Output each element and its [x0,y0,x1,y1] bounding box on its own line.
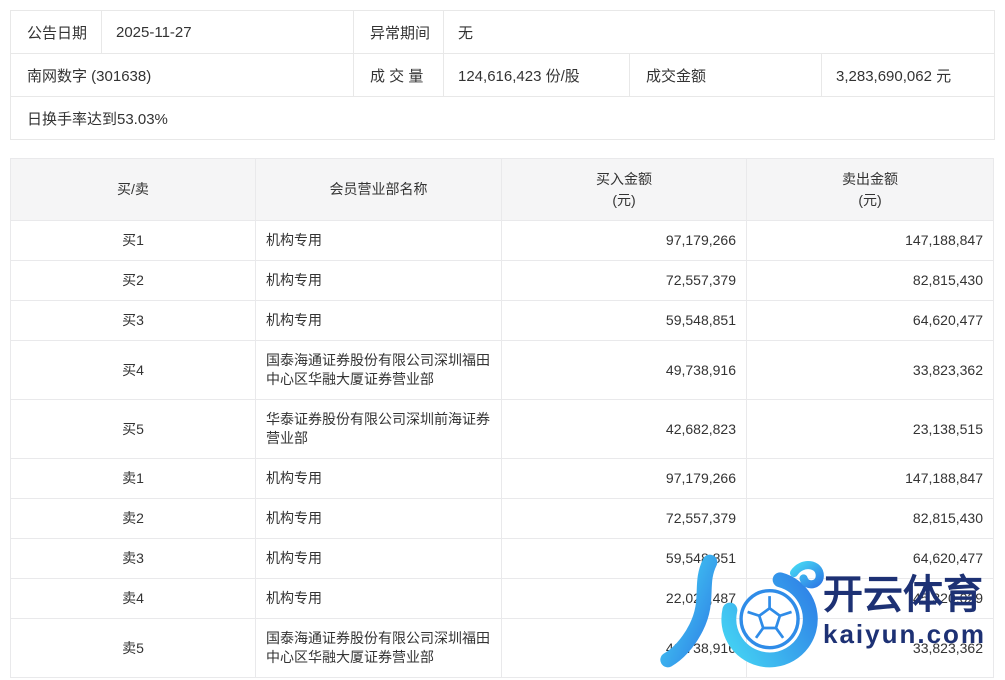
row-buy-amount: 97,179,266 [502,221,747,261]
row-branch-name: 国泰海通证券股份有限公司深圳福田中心区华融大厦证券营业部 [256,619,502,678]
row-branch-name: 机构专用 [256,221,502,261]
table-row: 买3 机构专用 59,548,851 64,620,477 [11,301,994,341]
summary-panel: 公告日期 2025-11-27 异常期间 无 南网数字 (301638) 成 交… [10,10,995,140]
row-sell-amount: 147,188,847 [747,221,994,261]
row-branch-name: 国泰海通证券股份有限公司深圳福田中心区华融大厦证券营业部 [256,341,502,400]
summary-row-note: 日换手率达到53.03% [11,96,994,139]
row-buy-amount: 59,548,851 [502,301,747,341]
header-sell-amount-line2: (元) [748,190,992,211]
table-row: 买4 国泰海通证券股份有限公司深圳福田中心区华融大厦证券营业部 49,738,9… [11,341,994,400]
row-buy-sell-rank: 卖1 [11,459,256,499]
abnormal-period-value: 无 [443,11,994,53]
table-row: 卖5 国泰海通证券股份有限公司深圳福田中心区华融大厦证券营业部 49,738,9… [11,619,994,678]
row-buy-amount: 72,557,379 [502,261,747,301]
table-row: 卖2 机构专用 72,557,379 82,815,430 [11,499,994,539]
row-buy-sell-rank: 买2 [11,261,256,301]
table-row: 卖3 机构专用 59,548,851 64,620,477 [11,539,994,579]
table-header-row: 买/卖 会员营业部名称 买入金额 (元) 卖出金额 (元) [11,159,994,221]
row-branch-name: 机构专用 [256,459,502,499]
header-sell-amount-line1: 卖出金额 [748,169,992,190]
row-buy-amount: 72,557,379 [502,499,747,539]
turnover-label: 成交金额 [629,54,821,96]
volume-value: 124,616,423 份/股 [443,54,629,96]
row-buy-sell-rank: 买1 [11,221,256,261]
row-sell-amount: 64,620,477 [747,539,994,579]
row-sell-amount: 33,823,362 [747,341,994,400]
header-sell-amount: 卖出金额 (元) [747,159,994,221]
row-branch-name: 华泰证券股份有限公司深圳前海证券营业部 [256,400,502,459]
broker-seats-table: 买/卖 会员营业部名称 买入金额 (元) 卖出金额 (元) 买1 机构专用 97… [10,158,994,678]
volume-label: 成 交 量 [353,54,443,96]
row-buy-sell-rank: 卖2 [11,499,256,539]
row-buy-amount: 22,024,487 [502,579,747,619]
row-buy-amount: 49,738,916 [502,619,747,678]
row-buy-sell-rank: 买4 [11,341,256,400]
row-buy-sell-rank: 买5 [11,400,256,459]
announce-date-label: 公告日期 [11,11,101,53]
summary-row-stock: 南网数字 (301638) 成 交 量 124,616,423 份/股 成交金额… [11,53,994,96]
header-branch-name: 会员营业部名称 [256,159,502,221]
row-branch-name: 机构专用 [256,301,502,341]
table-header: 买/卖 会员营业部名称 买入金额 (元) 卖出金额 (元) [11,159,994,221]
row-buy-amount: 97,179,266 [502,459,747,499]
header-buy-sell: 买/卖 [11,159,256,221]
row-buy-sell-rank: 买3 [11,301,256,341]
row-branch-name: 机构专用 [256,261,502,301]
row-sell-amount: 23,138,515 [747,400,994,459]
header-buy-amount-line1: 买入金额 [503,169,745,190]
turnover-rate-note: 日换手率达到53.03% [11,97,994,139]
row-sell-amount: 147,188,847 [747,459,994,499]
header-buy-amount: 买入金额 (元) [502,159,747,221]
dragon-tiger-list-page: 公告日期 2025-11-27 异常期间 无 南网数字 (301638) 成 交… [0,0,1005,680]
stock-name: 南网数字 (301638) [11,54,353,96]
row-buy-sell-rank: 卖3 [11,539,256,579]
row-sell-amount: 82,815,430 [747,261,994,301]
summary-row-date: 公告日期 2025-11-27 异常期间 无 [11,11,994,53]
table-row: 卖4 机构专用 22,024,487 45,320,029 [11,579,994,619]
table-body: 买1 机构专用 97,179,266 147,188,847 买2 机构专用 7… [11,221,994,678]
header-buy-amount-line2: (元) [503,190,745,211]
turnover-value: 3,283,690,062 元 [821,54,994,96]
row-sell-amount: 33,823,362 [747,619,994,678]
table-row: 买2 机构专用 72,557,379 82,815,430 [11,261,994,301]
row-sell-amount: 45,320,029 [747,579,994,619]
row-sell-amount: 82,815,430 [747,499,994,539]
row-buy-sell-rank: 卖5 [11,619,256,678]
table-row: 买1 机构专用 97,179,266 147,188,847 [11,221,994,261]
row-branch-name: 机构专用 [256,499,502,539]
abnormal-period-label: 异常期间 [353,11,443,53]
table-row: 买5 华泰证券股份有限公司深圳前海证券营业部 42,682,823 23,138… [11,400,994,459]
table-row: 卖1 机构专用 97,179,266 147,188,847 [11,459,994,499]
row-branch-name: 机构专用 [256,579,502,619]
row-buy-amount: 42,682,823 [502,400,747,459]
announce-date-value: 2025-11-27 [101,11,353,53]
row-sell-amount: 64,620,477 [747,301,994,341]
row-buy-amount: 59,548,851 [502,539,747,579]
row-buy-sell-rank: 卖4 [11,579,256,619]
row-buy-amount: 49,738,916 [502,341,747,400]
row-branch-name: 机构专用 [256,539,502,579]
